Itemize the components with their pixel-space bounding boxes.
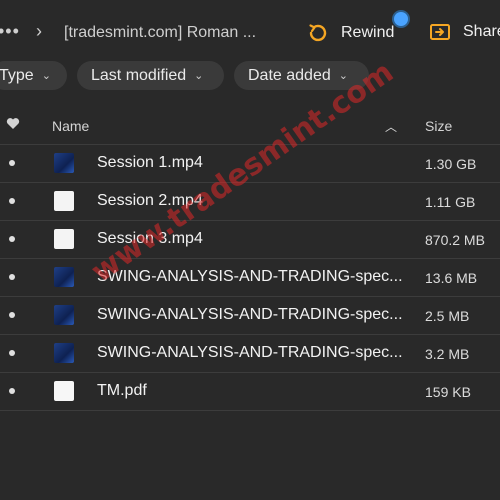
column-size-header[interactable]: Size [425,118,452,134]
filter-date-added-label: Date added [248,66,331,84]
chevron-right-icon: › [36,21,42,41]
file-name: Session 3.mp4 [97,230,203,247]
heart-icon[interactable] [6,117,20,130]
filter-type[interactable]: Type ⌄ [0,61,67,90]
rewind-button[interactable]: Rewind [307,20,394,46]
row-select-dot[interactable] [9,388,15,394]
file-size: 3.2 MB [425,346,470,362]
table-row[interactable]: Session 1.mp4 1.30 GB [0,145,500,183]
share-icon [430,24,450,40]
file-size: 2.5 MB [425,308,470,324]
chevron-down-icon: ⌄ [194,70,204,82]
filter-date-added[interactable]: Date added ⌄ [234,61,369,90]
row-select-dot[interactable] [9,198,15,204]
filter-type-label: Type [0,66,34,84]
share-label: Share [463,23,500,40]
column-name-header[interactable]: Name [52,118,89,134]
file-name: SWING-ANALYSIS-AND-TRADING-spec... [97,306,403,323]
file-size: 870.2 MB [425,232,485,248]
video-thumbnail-icon [54,191,74,211]
file-name: Session 2.mp4 [97,192,203,209]
pdf-thumbnail-icon [54,381,74,401]
sort-ascending-icon[interactable]: ︿ [385,118,397,135]
row-select-dot[interactable] [9,236,15,242]
table-header: Name ︿ Size [0,106,500,145]
file-size: 13.6 MB [425,270,478,286]
row-select-dot[interactable] [9,160,15,166]
breadcrumb[interactable]: [tradesmint.com] Roman ... [64,24,256,42]
table-row[interactable]: TM.pdf 159 KB [0,373,500,411]
top-bar: ••• › [tradesmint.com] Roman ... Rewind … [0,0,500,58]
chevron-down-icon: ⌄ [41,70,51,82]
file-name: Session 1.mp4 [97,154,203,171]
row-select-dot[interactable] [9,274,15,280]
file-name: SWING-ANALYSIS-AND-TRADING-spec... [97,344,403,361]
filter-last-modified-label: Last modified [91,66,187,84]
chevron-down-icon: ⌄ [338,70,348,82]
file-size: 1.30 GB [425,156,477,172]
video-thumbnail-icon [54,229,74,249]
more-dots-icon[interactable]: ••• [0,22,20,40]
rewind-label: Rewind [341,24,395,41]
notification-dot [394,12,408,26]
file-table: Name ︿ Size Session 1.mp4 1.30 GB Sessio… [0,106,500,411]
file-name: SWING-ANALYSIS-AND-TRADING-spec... [97,268,403,285]
video-thumbnail-icon [54,267,74,287]
table-row[interactable]: Session 3.mp4 870.2 MB [0,221,500,259]
table-row[interactable]: Session 2.mp4 1.11 GB [0,183,500,221]
video-thumbnail-icon [54,343,74,363]
file-size: 159 KB [425,384,471,400]
table-row[interactable]: SWING-ANALYSIS-AND-TRADING-spec... 13.6 … [0,259,500,297]
table-row[interactable]: SWING-ANALYSIS-AND-TRADING-spec... 3.2 M… [0,335,500,373]
rewind-icon [309,24,327,42]
row-select-dot[interactable] [9,312,15,318]
filter-last-modified[interactable]: Last modified ⌄ [77,61,224,90]
video-thumbnail-icon [54,153,74,173]
file-size: 1.11 GB [425,194,476,210]
row-select-dot[interactable] [9,350,15,356]
file-name: TM.pdf [97,382,147,399]
table-row[interactable]: SWING-ANALYSIS-AND-TRADING-spec... 2.5 M… [0,297,500,335]
share-button[interactable]: Share [429,22,500,42]
video-thumbnail-icon [54,305,74,325]
